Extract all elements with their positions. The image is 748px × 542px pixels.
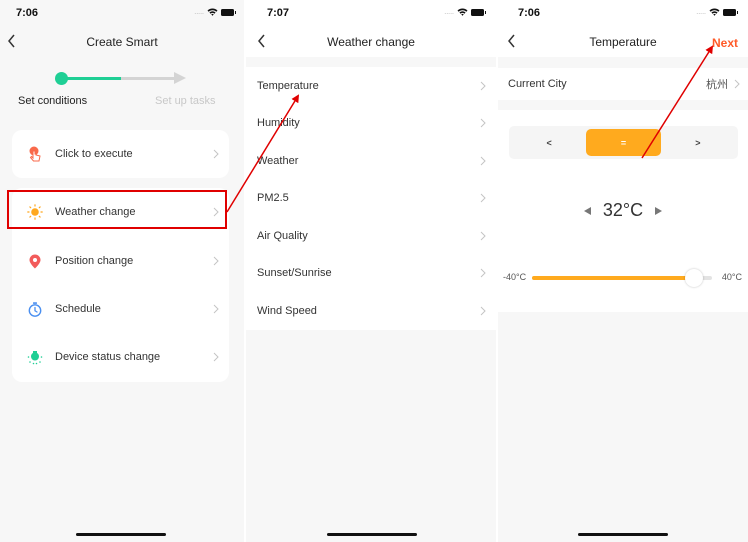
chevron-right-icon: [213, 352, 219, 362]
condition-label: Schedule: [55, 303, 101, 315]
condition-label: Click to execute: [55, 148, 133, 160]
weather-options-list: Temperature Humidity Weather PM2.5 Air Q…: [246, 67, 496, 330]
step-dot-active: [55, 72, 68, 85]
slider-max-label: 40°C: [721, 272, 742, 282]
comparator-segmented-control: < = >: [509, 126, 738, 159]
current-city-label: Current City: [508, 78, 567, 90]
weather-change-screen: 7:07 ..... 7:07 ..... Weather change Tem…: [246, 0, 496, 542]
battery-icon: [471, 8, 486, 16]
step-arrow-icon: [174, 72, 186, 84]
nav-bar: Weather change: [246, 28, 496, 58]
temperature-slider[interactable]: [532, 269, 712, 287]
slider-min-label: -40°C: [503, 272, 527, 282]
step-label-inactive: Set up tasks: [155, 95, 216, 107]
step-progress-line: [66, 77, 121, 80]
temperature-slider-row: -40°C 40°C: [498, 269, 748, 287]
decrease-arrow-icon[interactable]: [583, 206, 591, 215]
increase-arrow-icon[interactable]: [655, 206, 663, 215]
status-icons: .....: [444, 8, 486, 16]
tap-hand-icon: [25, 144, 45, 164]
temperature-value: 32°C: [602, 200, 644, 220]
slider-fill: [532, 276, 694, 280]
option-label: Temperature: [257, 79, 319, 92]
signal-icon: .....: [194, 8, 204, 16]
option-humidity[interactable]: Humidity: [246, 105, 496, 143]
condition-label: Device status change: [55, 351, 161, 363]
home-indicator: [578, 533, 668, 536]
bulb-icon: [25, 347, 45, 367]
condition-card-manual: Click to execute: [12, 130, 229, 178]
option-label: Weather: [257, 154, 299, 167]
temperature-stepper: 32°C: [498, 200, 748, 221]
status-icons: .....: [194, 8, 236, 16]
status-icons: .....: [696, 8, 738, 16]
page-title: Temperature: [589, 35, 657, 49]
status-time: 7:06: [518, 7, 541, 19]
comparator-equal[interactable]: =: [586, 129, 661, 156]
option-label: Air Quality: [257, 229, 308, 242]
stepper: Set conditions Set up tasks: [0, 70, 244, 110]
option-sunset-sunrise[interactable]: Sunset/Sunrise: [246, 255, 496, 293]
chevron-right-icon: [213, 256, 219, 266]
home-indicator: [327, 533, 417, 536]
status-bar: 7:06 .....: [0, 0, 244, 28]
location-pin-icon: [25, 251, 45, 271]
status-bar-overlay: 7:07 .....: [246, 0, 496, 28]
battery-icon: [723, 8, 738, 16]
page-title: Weather change: [327, 35, 415, 49]
current-city-value: 杭州: [706, 79, 728, 91]
step-remaining-line: [121, 77, 176, 80]
option-label: Humidity: [257, 117, 300, 130]
create-smart-screen: 7:06 ..... Create Smart Set conditions S…: [0, 0, 244, 542]
status-time: 7:07: [267, 7, 290, 19]
comparator-greater-than[interactable]: >: [661, 129, 735, 156]
comparator-less-than[interactable]: <: [512, 129, 586, 156]
option-label: Wind Speed: [257, 304, 317, 317]
chevron-right-icon: [213, 304, 219, 314]
status-time: 7:06: [16, 7, 39, 19]
option-wind-speed[interactable]: Wind Speed: [246, 292, 496, 330]
temperature-settings: < = > 32°C -40°C 40°C: [498, 110, 748, 312]
battery-icon: [221, 8, 236, 16]
option-label: PM2.5: [257, 192, 289, 205]
page-title: Create Smart: [86, 35, 158, 49]
chevron-right-icon: [734, 79, 740, 89]
slider-thumb[interactable]: [685, 269, 703, 287]
next-button[interactable]: Next: [712, 36, 738, 50]
temperature-screen: 7:06 ..... Temperature Next Current City…: [498, 0, 748, 542]
wifi-icon: [709, 8, 720, 16]
stopwatch-icon: [25, 299, 45, 319]
chevron-right-icon: [480, 118, 486, 128]
option-weather[interactable]: Weather: [246, 142, 496, 180]
chevron-right-icon: [480, 306, 486, 316]
condition-label: Position change: [55, 255, 134, 267]
signal-icon: .....: [444, 8, 454, 16]
status-bar: 7:06 .....: [498, 0, 748, 28]
wifi-icon: [207, 8, 218, 16]
chevron-right-icon: [480, 268, 486, 278]
chevron-right-icon: [213, 149, 219, 159]
home-indicator: [76, 533, 166, 536]
condition-schedule[interactable]: Schedule: [12, 285, 229, 333]
option-air-quality[interactable]: Air Quality: [246, 217, 496, 255]
option-pm25[interactable]: PM2.5: [246, 180, 496, 218]
tutorial-stage: 7:06 ..... Create Smart Set conditions S…: [0, 0, 748, 542]
step-label-active: Set conditions: [18, 95, 88, 107]
chevron-right-icon: [480, 231, 486, 241]
condition-click-to-execute[interactable]: Click to execute: [12, 130, 229, 178]
condition-position-change[interactable]: Position change: [12, 237, 229, 285]
nav-bar: Temperature Next: [498, 28, 748, 58]
chevron-right-icon: [480, 81, 486, 91]
current-city-row[interactable]: Current City 杭州: [498, 68, 748, 100]
condition-device-status-change[interactable]: Device status change: [12, 333, 229, 381]
chevron-right-icon: [480, 193, 486, 203]
nav-bar: Create Smart: [0, 28, 244, 58]
wifi-icon: [457, 8, 468, 16]
signal-icon: .....: [696, 8, 706, 16]
option-label: Sunset/Sunrise: [257, 267, 332, 280]
option-temperature[interactable]: Temperature: [246, 67, 496, 105]
chevron-right-icon: [480, 156, 486, 166]
highlight-annotation-box: [7, 190, 227, 229]
